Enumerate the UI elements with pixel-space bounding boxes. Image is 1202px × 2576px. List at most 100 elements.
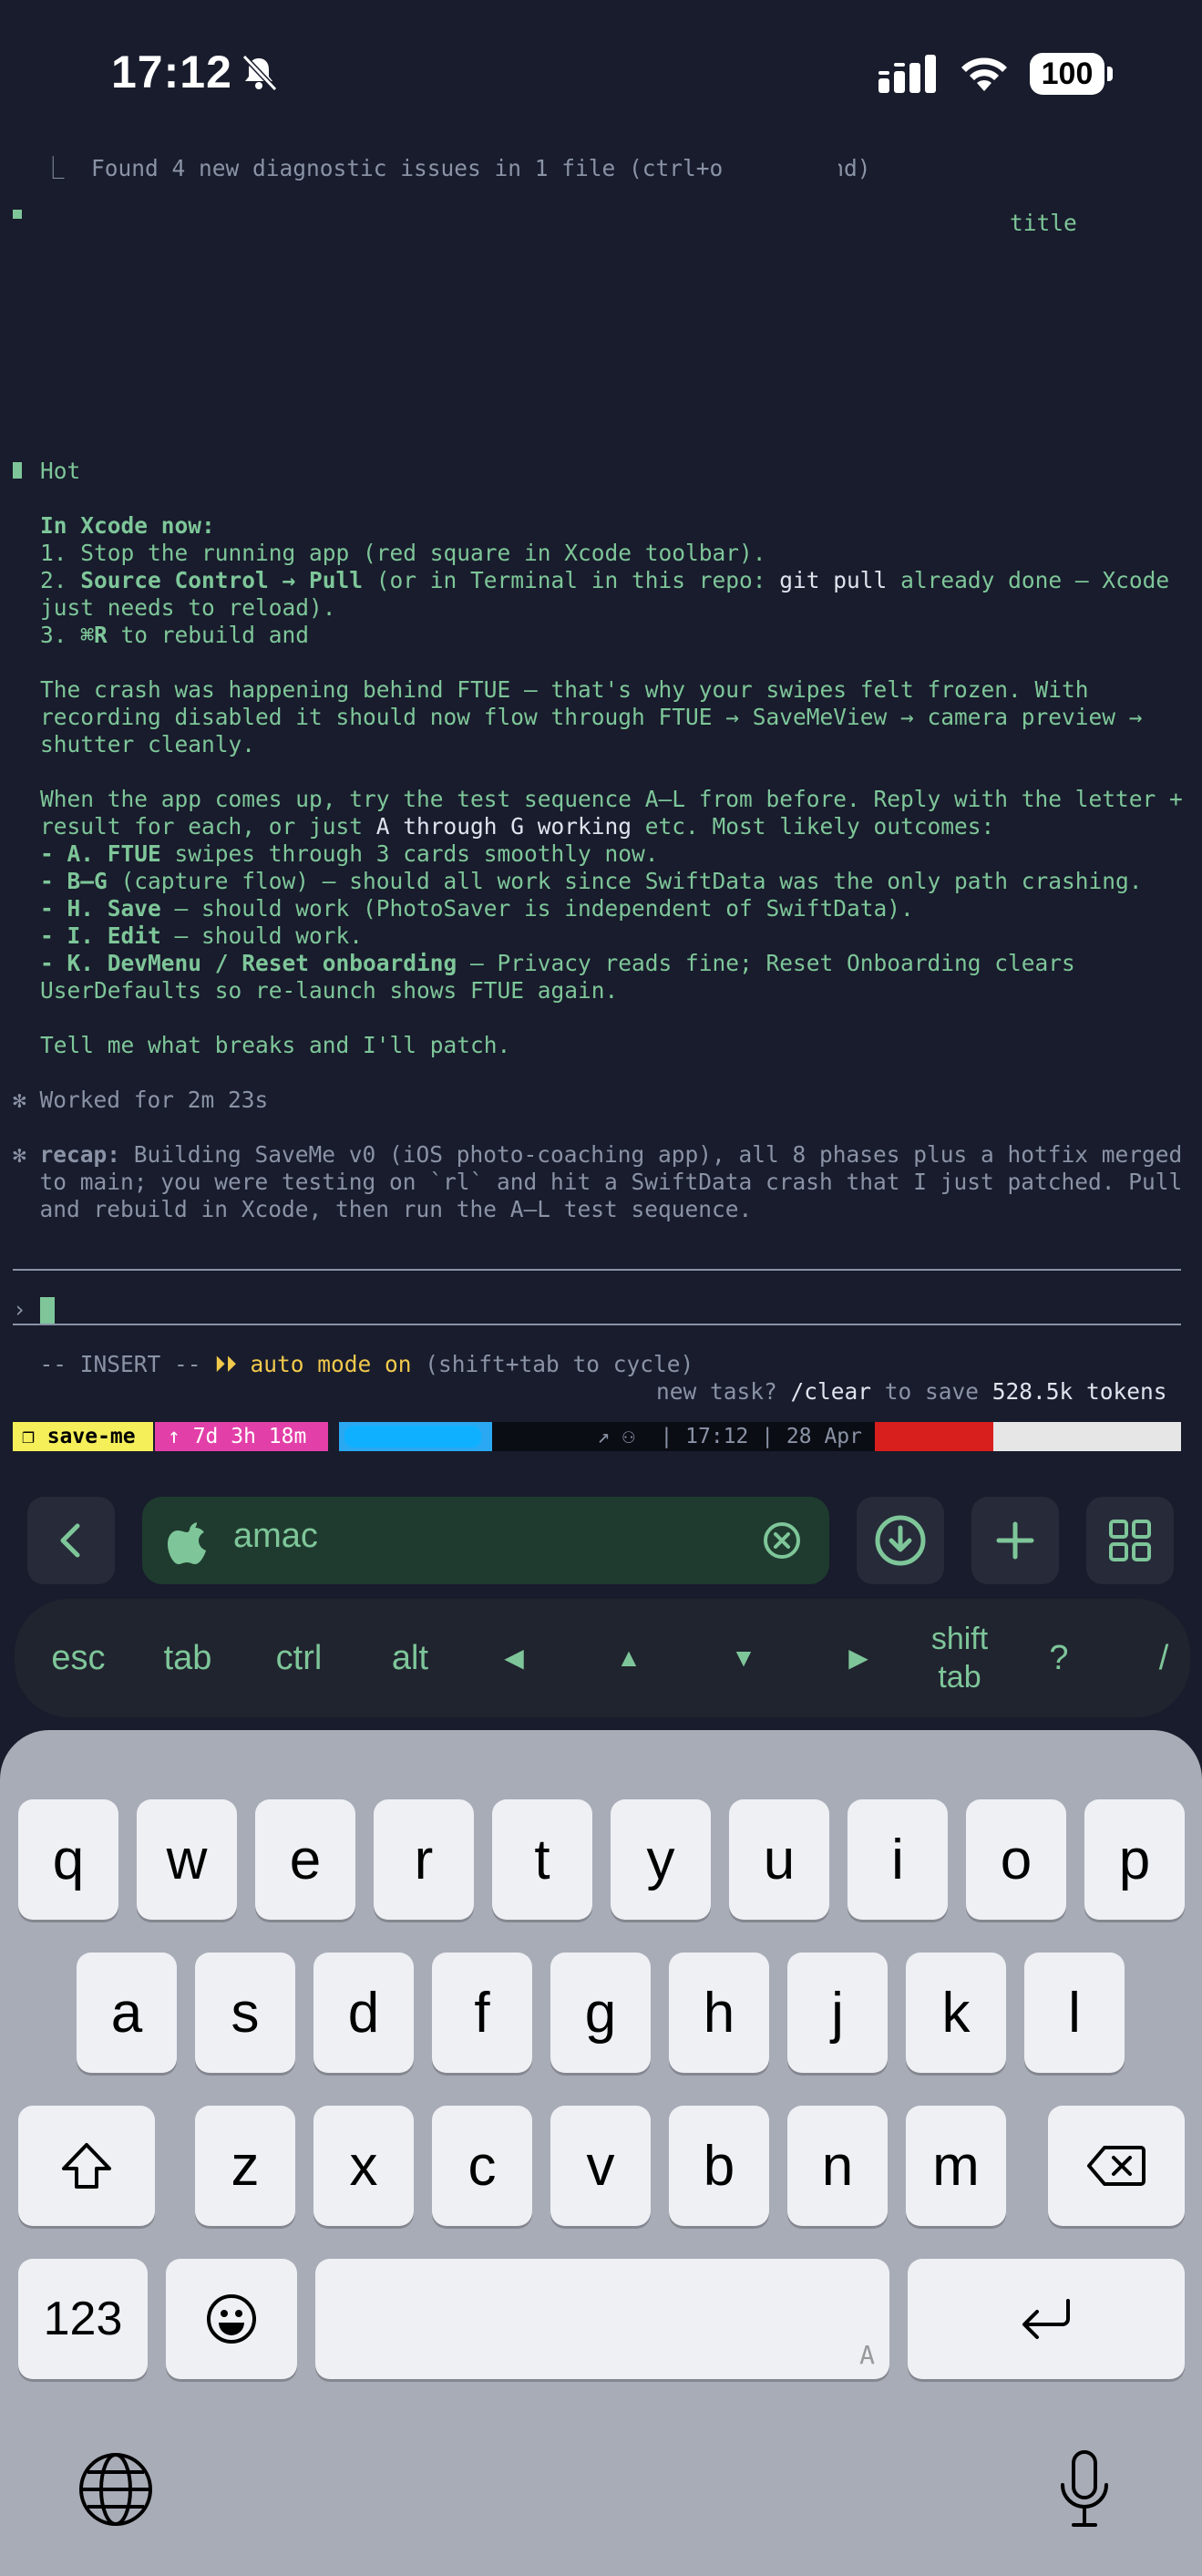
partial-hot-text: Hot [40,458,81,484]
battery-icon: 100 [1030,53,1114,95]
key-v[interactable]: v [550,2106,651,2226]
step-1: 1. Stop the running app (red square in X… [40,540,766,566]
recap-line-3: and rebuild in Xcode, then run the A–L t… [13,1196,753,1222]
key-y[interactable]: y [611,1799,711,1920]
bullet-k: - K. DevMenu / Reset onboarding — Privac… [40,950,1075,976]
key-l[interactable]: l [1024,1953,1125,2073]
shift-arrow-icon [62,2143,111,2189]
apple-logo-icon [168,1522,206,1564]
alt-key[interactable]: alt [365,1599,456,1717]
wifi-icon [961,57,1007,91]
space-bar[interactable]: A [315,2259,889,2379]
key-z[interactable]: z [195,2106,295,2226]
key-d[interactable]: d [313,1953,414,2073]
key-j[interactable]: j [787,1953,888,2073]
input-top-rule [13,1269,1181,1271]
tell-me-line: Tell me what breaks and I'll patch. [40,1032,511,1058]
grid-icon [1109,1520,1151,1561]
key-s[interactable]: s [195,1953,295,2073]
when-line-2: result for each, or just A through G wor… [40,813,995,840]
partial-title-text: title [1010,210,1077,236]
token-hint: new task? /clear to save 528.5k tokens [656,1378,1167,1405]
bell-slash-icon [241,54,278,92]
tmux-uptime: ↑ 7d 3h 18m [155,1422,328,1451]
recap-line-1: ✻ recap: Building SaveMe v0 (iOS photo-c… [13,1141,1183,1168]
key-m[interactable]: m [906,2106,1006,2226]
bullet-a: - A. FTUE swipes through 3 cards smoothl… [40,840,659,867]
tmux-clock: ↗ ⚇ | 17:12 | 28 Apr [492,1422,875,1451]
key-a[interactable]: a [77,1953,177,2073]
bullet-bg: - B–G (capture flow) — should all work s… [40,868,1143,894]
step-2-cont: just needs to reload). [40,594,336,621]
new-tab-button[interactable] [971,1497,1059,1584]
globe-icon[interactable] [77,2450,155,2529]
space-hint: A [859,2340,875,2370]
arrow-down-key[interactable]: ▼ [707,1599,780,1717]
key-p[interactable]: p [1084,1799,1185,1920]
emoji-icon [207,2294,256,2344]
tmux-blue-segment [339,1422,492,1451]
url-text: amac [233,1517,318,1555]
microphone-icon[interactable] [1057,2448,1112,2530]
bullet-marker-2 [13,458,22,485]
question-key[interactable]: ? [1022,1599,1095,1717]
delete-key[interactable] [1048,2106,1185,2226]
key-w[interactable]: w [137,1799,237,1920]
crash-line-3: shutter cleanly. [40,731,256,757]
text-cursor [39,1297,55,1324]
ios-keyboard: q w e r t y u i o p a s d f g h j k l z … [0,1730,1202,2576]
prompt-line[interactable]: › [13,1296,55,1324]
tmux-white-segment [993,1422,1181,1451]
clear-icon[interactable] [762,1520,802,1561]
arrow-up-key[interactable]: ▲ [592,1599,665,1717]
key-u[interactable]: u [729,1799,829,1920]
emoji-key[interactable] [166,2259,297,2379]
tmux-red-segment [875,1422,993,1451]
esc-key[interactable]: esc [33,1599,124,1717]
download-button[interactable] [857,1497,944,1584]
numbers-key[interactable]: 123 [18,2259,148,2379]
back-button[interactable] [27,1497,115,1584]
key-i[interactable]: i [848,1799,948,1920]
key-f[interactable]: f [432,1953,532,2073]
arrow-left-key[interactable]: ◀ [478,1599,550,1717]
key-t[interactable]: t [492,1799,592,1920]
tab-key[interactable]: tab [142,1599,233,1717]
key-g[interactable]: g [550,1953,651,2073]
return-key[interactable] [908,2259,1185,2379]
key-r[interactable]: r [374,1799,474,1920]
download-icon [875,1515,926,1566]
ctrl-key[interactable]: ctrl [253,1599,344,1717]
key-e[interactable]: e [255,1799,355,1920]
key-c[interactable]: c [432,2106,532,2226]
battery-nub [1107,67,1113,81]
bullet-i: - I. Edit — should work. [40,922,364,949]
terminal-output: ⎿ Found 4 new diagnostic issues in 1 fil… [0,146,1202,1449]
tabs-grid-button[interactable] [1086,1497,1174,1584]
key-h[interactable]: h [669,1953,769,2073]
worked-for-line: ✻ Worked for 2m 23s [13,1087,269,1113]
shift-key[interactable] [18,2106,155,2226]
key-x[interactable]: x [313,2106,414,2226]
recap-line-2: to main; you were testing on `rl` and hi… [13,1169,1183,1195]
step-2: 2. Source Control → Pull (or in Terminal… [40,567,1170,593]
cellular-signal-icon [878,55,936,93]
url-bar[interactable]: amac [142,1497,829,1584]
shift-tab-key[interactable]: shift tab [909,1599,1010,1717]
key-q[interactable]: q [18,1799,118,1920]
slash-key[interactable]: / [1141,1599,1187,1717]
input-bottom-rule [13,1324,1181,1325]
key-k[interactable]: k [906,1953,1006,2073]
mode-line: -- INSERT -- ⏵⏵ auto mode on (shift+tab … [13,1351,694,1377]
key-o[interactable]: o [966,1799,1066,1920]
key-b[interactable]: b [669,2106,769,2226]
key-n[interactable]: n [787,2106,888,2226]
arrow-right-key[interactable]: ▶ [822,1599,895,1717]
ios-status-bar: 17:12 100 [0,0,1202,146]
when-line-1: When the app comes up, try the test sequ… [40,786,1183,812]
bullet-marker [13,210,22,219]
chevron-left-icon [60,1523,80,1558]
crash-line-1: The crash was happening behind FTUE — th… [40,676,1089,703]
special-keys-row: esc tab ctrl alt ◀ ▲ ▼ ▶ shift tab ? / [15,1599,1190,1717]
step-3: 3. ⌘R to rebuild and [40,622,310,648]
